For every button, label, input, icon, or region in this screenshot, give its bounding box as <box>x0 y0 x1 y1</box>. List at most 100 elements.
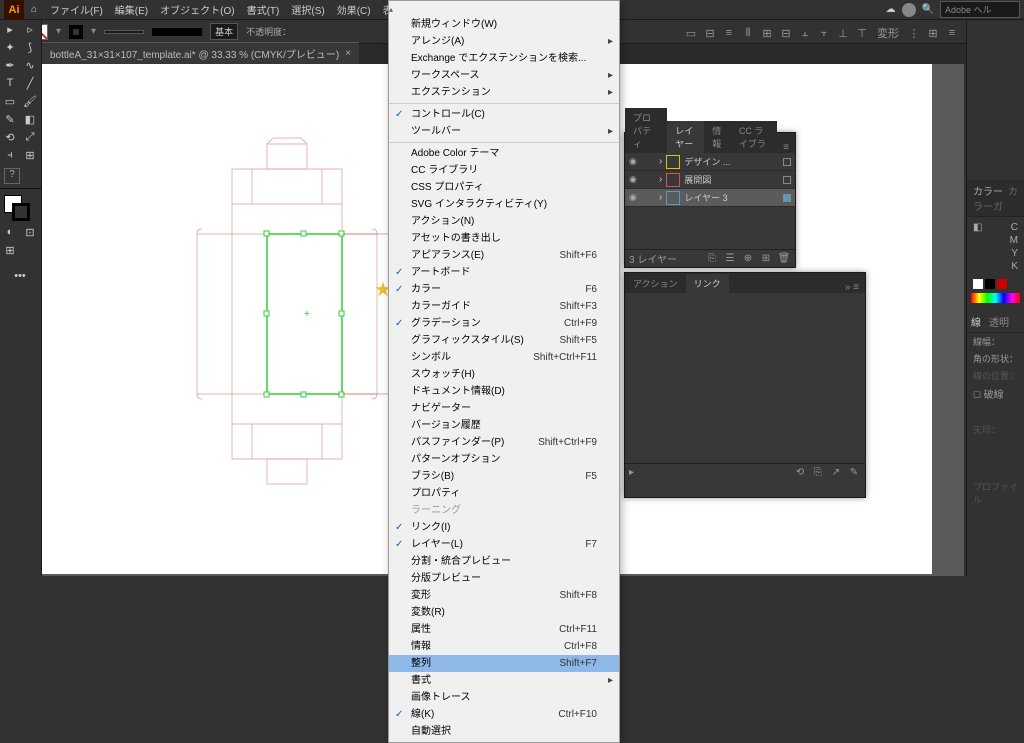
align-icon[interactable]: ⫟ <box>816 27 832 40</box>
link-icon[interactable]: ⎘ <box>811 467 825 478</box>
search-icon[interactable]: 🔍 <box>922 4 934 15</box>
mi-version-hist[interactable]: バージョン履歴 <box>389 417 619 434</box>
align-icon[interactable]: ⊞ <box>759 27 775 40</box>
type-tool[interactable]: T <box>0 74 20 92</box>
align-icon[interactable]: ⋮ <box>906 27 922 40</box>
menu-select[interactable]: 選択(S) <box>285 2 330 17</box>
align-icon[interactable]: ⊤ <box>854 27 870 40</box>
direct-select-tool[interactable]: ▹ <box>20 20 40 38</box>
link-icon[interactable]: ✎ <box>847 467 861 478</box>
stroke-profile[interactable]: 基本 <box>210 23 238 40</box>
pen-tool[interactable]: ✒ <box>0 56 20 74</box>
tab-layers[interactable]: レイヤー <box>667 121 704 153</box>
opacity-tab[interactable]: 透明 <box>989 311 1009 332</box>
menu-file[interactable]: ファイル(F) <box>44 2 109 17</box>
layer-row[interactable]: ◉›デザイン ... <box>625 153 795 171</box>
width-tool[interactable]: ⫞ <box>0 146 20 164</box>
mi-adobe-color[interactable]: Adobe Color テーマ <box>389 145 619 162</box>
align-icon[interactable]: ⊥ <box>835 27 851 40</box>
user-icon[interactable] <box>902 3 916 17</box>
tab-links[interactable]: リンク <box>686 274 729 293</box>
mi-links[interactable]: リンク(I) <box>389 519 619 536</box>
rect-tool[interactable]: ▭ <box>0 92 20 110</box>
mi-color[interactable]: カラーF6 <box>389 281 619 298</box>
mi-image-trace[interactable]: 画像トレース <box>389 689 619 706</box>
document-tab[interactable]: bottleA_31×31×107_template.ai* @ 33.33 %… <box>42 42 359 64</box>
app-logo[interactable]: Ai <box>4 0 24 20</box>
edit-toolbar[interactable]: ? <box>4 168 20 184</box>
mi-cc-lib[interactable]: CC ライブラリ <box>389 162 619 179</box>
mi-arrange[interactable]: アレンジ(A) <box>389 33 619 50</box>
mi-info[interactable]: 情報Ctrl+F8 <box>389 638 619 655</box>
visibility-icon[interactable]: ◉ <box>629 156 641 167</box>
lasso-tool[interactable]: ⟆ <box>20 38 40 56</box>
menu-type[interactable]: 書式(T) <box>241 2 286 17</box>
mi-workspace[interactable]: ワークスペース <box>389 67 619 84</box>
mi-symbols[interactable]: シンボルShift+Ctrl+F11 <box>389 349 619 366</box>
tab-close-icon[interactable]: × <box>345 48 351 59</box>
mi-magic-wand[interactable]: 自動選択 <box>389 723 619 740</box>
mi-css-prop[interactable]: CSS プロパティ <box>389 179 619 196</box>
rotate-tool[interactable]: ⟲ <box>0 128 20 146</box>
mi-learn[interactable]: ラーニング <box>389 502 619 519</box>
stroke-weight[interactable] <box>104 30 144 34</box>
tab-info[interactable]: 情報 <box>704 121 731 153</box>
mi-stroke[interactable]: 線(K)Ctrl+F10 <box>389 706 619 723</box>
mi-actions[interactable]: アクション(N) <box>389 213 619 230</box>
mi-color-guide[interactable]: カラーガイドShift+F3 <box>389 298 619 315</box>
screen-mode[interactable]: ⊡ <box>20 223 40 241</box>
link-icon[interactable]: ⟲ <box>793 467 807 478</box>
align-icon[interactable]: ⊞ <box>925 27 941 40</box>
tool-extra[interactable]: ⊞ <box>0 241 20 259</box>
mi-extensions[interactable]: エクステンション <box>389 84 619 101</box>
mi-flattener[interactable]: 分版プレビュー <box>389 570 619 587</box>
mi-pattern-opt[interactable]: パターンオプション <box>389 451 619 468</box>
align-icon[interactable]: ⫠ <box>797 27 813 40</box>
mi-pathfinder[interactable]: パスファインダー(P)Shift+Ctrl+F9 <box>389 434 619 451</box>
mi-gradient[interactable]: グラデーションCtrl+F9 <box>389 315 619 332</box>
align-icon[interactable]: ▭ <box>683 27 699 40</box>
layer-icon[interactable]: ⎘ <box>705 253 719 264</box>
mi-doc-info[interactable]: ドキュメント情報(D) <box>389 383 619 400</box>
scroll-up-icon[interactable]: ▴ <box>389 3 619 16</box>
scale-tool[interactable]: ⤢ <box>20 128 40 146</box>
eraser-tool[interactable]: ◧ <box>20 110 40 128</box>
menu-object[interactable]: オブジェクト(O) <box>154 2 240 17</box>
layer-row[interactable]: ◉›展開図 <box>625 171 795 189</box>
panel-menu-icon[interactable]: ≡ <box>777 142 795 153</box>
brush-tool[interactable]: 🖌 <box>20 92 40 110</box>
edit-more[interactable]: ••• <box>0 267 40 285</box>
mi-variables[interactable]: 変数(R) <box>389 604 619 621</box>
selection-tool[interactable]: ▸ <box>0 20 20 38</box>
align-icon[interactable]: ⫴ <box>740 27 756 40</box>
cloud-icon[interactable]: ☁ <box>886 4 896 15</box>
stroke-swatch[interactable] <box>69 25 83 39</box>
mi-layers[interactable]: レイヤー(L)F7 <box>389 536 619 553</box>
mi-artboards[interactable]: アートボード <box>389 264 619 281</box>
help-search[interactable]: Adobe ヘル <box>940 1 1020 18</box>
color-tab[interactable]: カラー <box>973 187 1003 198</box>
layer-icon[interactable]: ⊕ <box>741 253 755 264</box>
tab-actions[interactable]: アクション <box>625 274 686 293</box>
mi-graphic-styles[interactable]: グラフィックスタイル(S)Shift+F5 <box>389 332 619 349</box>
line-tool[interactable]: ╱ <box>20 74 40 92</box>
align-icon[interactable]: ⊟ <box>778 27 794 40</box>
mi-swatches[interactable]: スウォッチ(H) <box>389 366 619 383</box>
mi-asset-exp[interactable]: アセットの書き出し <box>389 230 619 247</box>
draw-mode[interactable]: ◐ <box>0 223 20 241</box>
link-icon[interactable]: ↗ <box>829 467 843 478</box>
mi-brushes[interactable]: ブラシ(B)F5 <box>389 468 619 485</box>
fill-stroke[interactable] <box>0 193 38 223</box>
transform-label[interactable]: 変形 <box>873 25 903 41</box>
tab-properties[interactable]: プロパティ <box>625 108 667 153</box>
panel-close-icon[interactable]: » ≡ <box>839 282 865 293</box>
mi-attributes[interactable]: 属性Ctrl+F11 <box>389 621 619 638</box>
color-spectrum[interactable] <box>971 293 1020 303</box>
mi-align[interactable]: 整列Shift+F7 <box>389 655 619 672</box>
stroke-tab[interactable]: 線 <box>971 311 981 332</box>
mi-new-window[interactable]: 新規ウィンドウ(W) <box>389 16 619 33</box>
mi-control[interactable]: コントロール(C) <box>389 106 619 123</box>
mi-type[interactable]: 書式 <box>389 672 619 689</box>
mi-navigator[interactable]: ナビゲーター <box>389 400 619 417</box>
magic-wand-tool[interactable]: ✦ <box>0 38 20 56</box>
